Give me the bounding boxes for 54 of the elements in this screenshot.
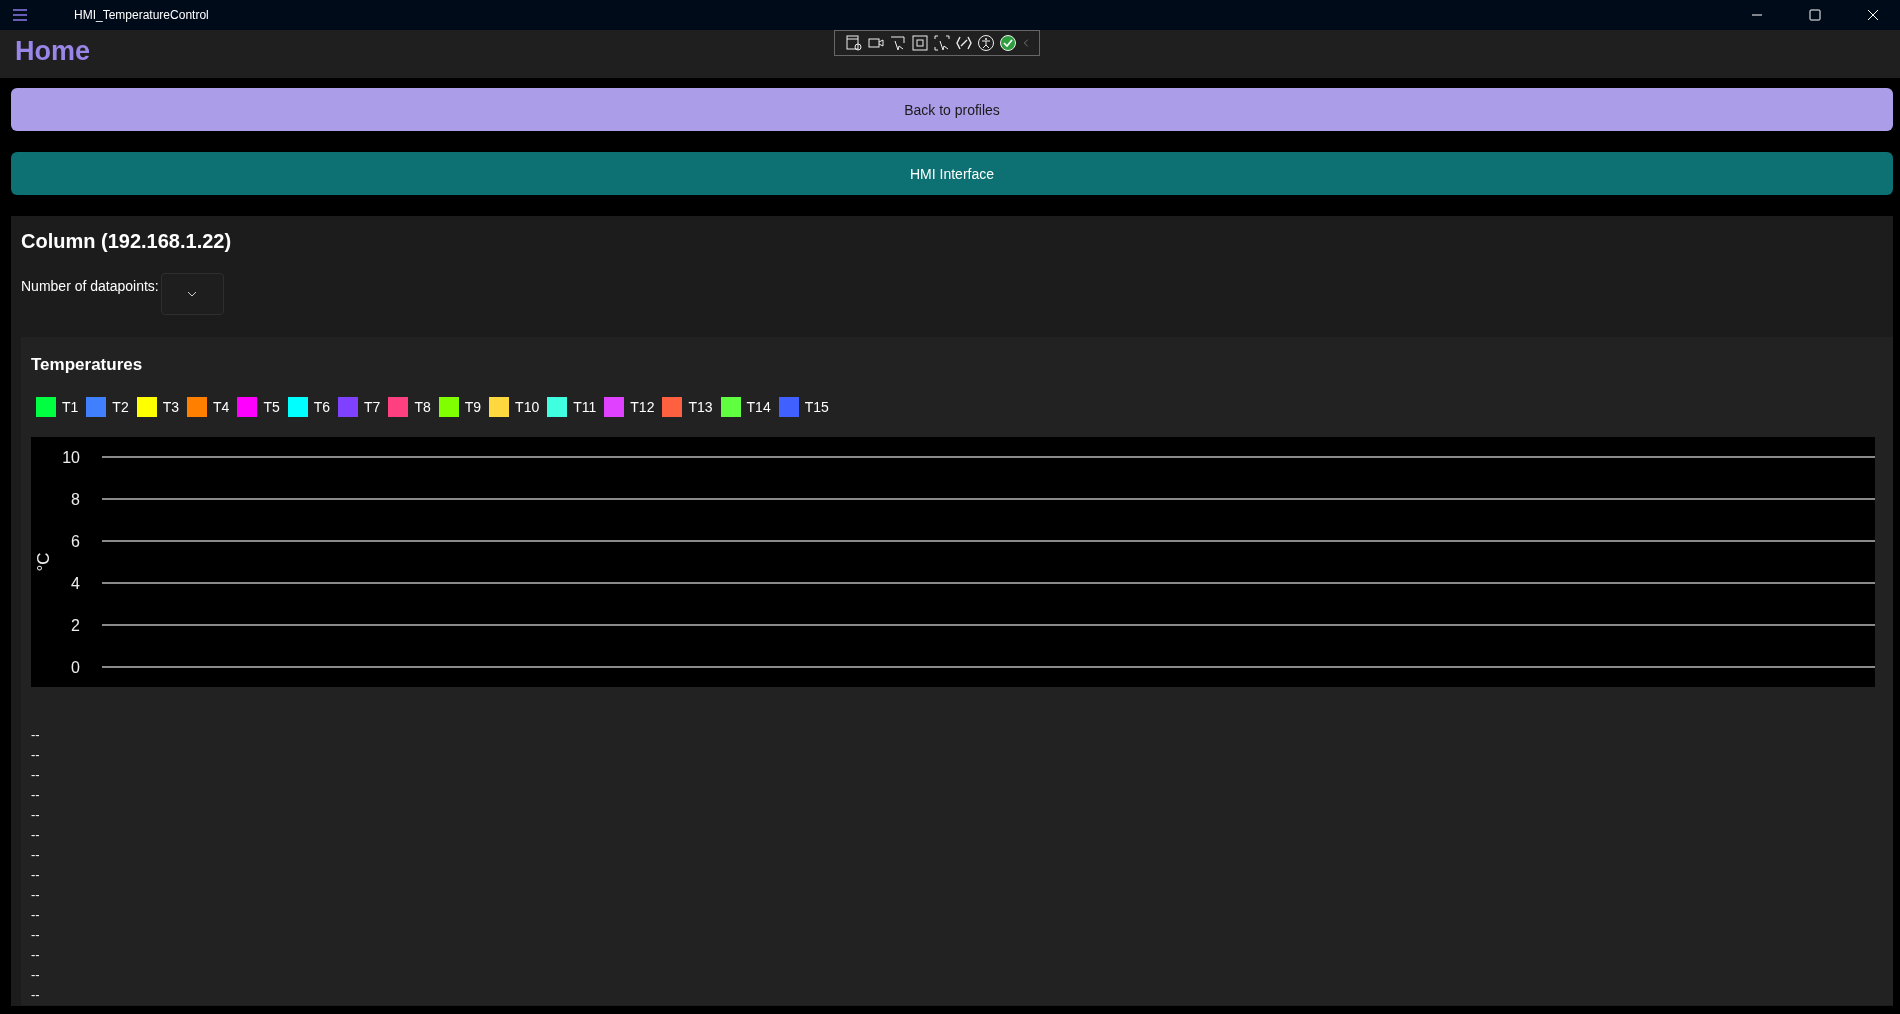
legend-label: T7: [364, 399, 381, 415]
axis-tick-label: 2: [71, 617, 80, 634]
window-title: HMI_TemperatureControl: [74, 8, 209, 22]
reading-value: --: [31, 786, 40, 804]
bracket-icon[interactable]: [955, 34, 973, 52]
legend-label: T8: [414, 399, 431, 415]
window-icon[interactable]: [845, 34, 863, 52]
chevron-down-icon: [187, 291, 198, 297]
legend-label: T5: [263, 399, 280, 415]
legend-label: T15: [804, 399, 829, 415]
legend-label: T1: [62, 399, 79, 415]
datapoints-label: Number of datapoints:: [21, 278, 159, 294]
axis-tick-label: 0: [71, 659, 80, 676]
reading-value: --: [31, 826, 40, 844]
axis-tick-label: 4: [71, 575, 80, 592]
accessibility-icon[interactable]: [977, 34, 995, 52]
reading-value: --: [31, 906, 40, 924]
reading-value: --: [31, 866, 40, 884]
card-title: Temperatures: [31, 355, 143, 375]
legend-label: T13: [688, 399, 713, 415]
legend-label: T6: [313, 399, 331, 415]
back-button[interactable]: Back to profiles: [11, 88, 1893, 131]
reading-value: --: [31, 846, 40, 864]
reading-value: --: [31, 766, 40, 784]
reading-value: --: [31, 886, 40, 904]
reading-value: --: [31, 946, 40, 964]
legend-label: T14: [746, 399, 771, 415]
legend-label: T4: [213, 399, 230, 415]
select-icon[interactable]: [933, 34, 951, 52]
axis-tick-label: 10: [62, 449, 80, 466]
check-icon[interactable]: [999, 34, 1017, 52]
page-title: Home: [14, 35, 90, 67]
close-icon[interactable]: [1865, 7, 1881, 23]
legend-label: T3: [162, 399, 180, 415]
reading-value: --: [31, 966, 40, 984]
square-icon[interactable]: [911, 34, 929, 52]
legend-label: T9: [464, 399, 482, 415]
axis-tick-label: 6: [71, 533, 80, 550]
pointer-icon[interactable]: [889, 34, 907, 52]
reading-value: --: [31, 746, 40, 764]
legend-label: T10: [515, 399, 540, 415]
legend-label: T12: [630, 399, 655, 415]
reading-value: --: [31, 986, 40, 1004]
axis-tick-label: 8: [71, 491, 80, 508]
reading-value: --: [31, 726, 40, 744]
axis-label: °C: [34, 552, 53, 572]
legend-label: T11: [573, 399, 597, 415]
reading-value: --: [31, 806, 40, 824]
hmi-interface-button[interactable]: HMI Interface: [11, 152, 1893, 195]
maximize-icon[interactable]: [1807, 7, 1823, 23]
legend-label: T2: [112, 399, 129, 415]
reading-value: --: [31, 926, 40, 944]
device-title: Column (192.168.1.22): [21, 230, 232, 253]
menu-icon[interactable]: [12, 8, 28, 22]
